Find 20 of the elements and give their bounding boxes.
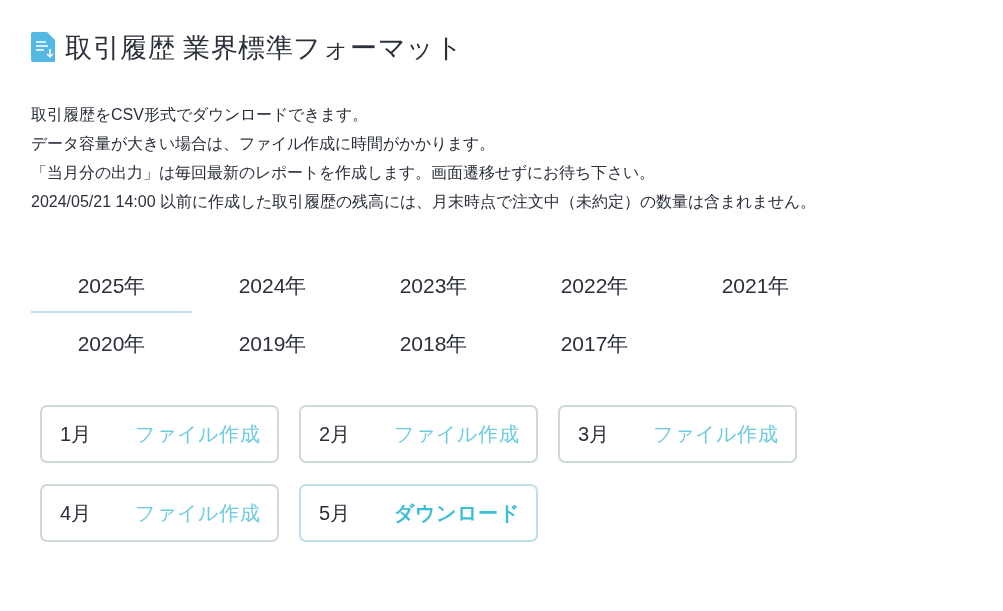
year-tab[interactable]: 2023年 <box>353 255 514 313</box>
month-label: 3月 <box>578 421 610 447</box>
document-download-icon <box>31 32 57 64</box>
year-tab[interactable]: 2022年 <box>514 255 675 313</box>
year-tab[interactable]: 2025年 <box>31 255 192 313</box>
month-label: 1月 <box>60 421 92 447</box>
month-label: 2月 <box>319 421 351 447</box>
description-text: 取引履歴をCSV形式でダウンロードできます。 <box>31 105 369 125</box>
month-label: 5月 <box>319 500 351 526</box>
year-tab[interactable]: 2021年 <box>675 255 836 313</box>
year-tab[interactable]: 2019年 <box>192 313 353 371</box>
year-tab[interactable]: 2020年 <box>31 313 192 371</box>
month-label: 4月 <box>60 500 92 526</box>
year-tab[interactable]: 2018年 <box>353 313 514 371</box>
description-text: 「当月分の出力」は毎回最新のレポートを作成します。画面遷移せずにお待ち下さい。 <box>31 163 656 183</box>
description-text: データ容量が大きい場合は、ファイル作成に時間がかかります。 <box>31 134 496 154</box>
year-tab[interactable]: 2024年 <box>192 255 353 313</box>
description-text: 2024/05/21 14:00 以前に作成した取引履歴の残高には、月末時点で注文中（未約定）の数量は含まれません。 <box>31 192 817 212</box>
year-tab[interactable]: 2017年 <box>514 313 675 371</box>
page-title: 取引履歴 業界標準フォーマット <box>65 32 463 65</box>
